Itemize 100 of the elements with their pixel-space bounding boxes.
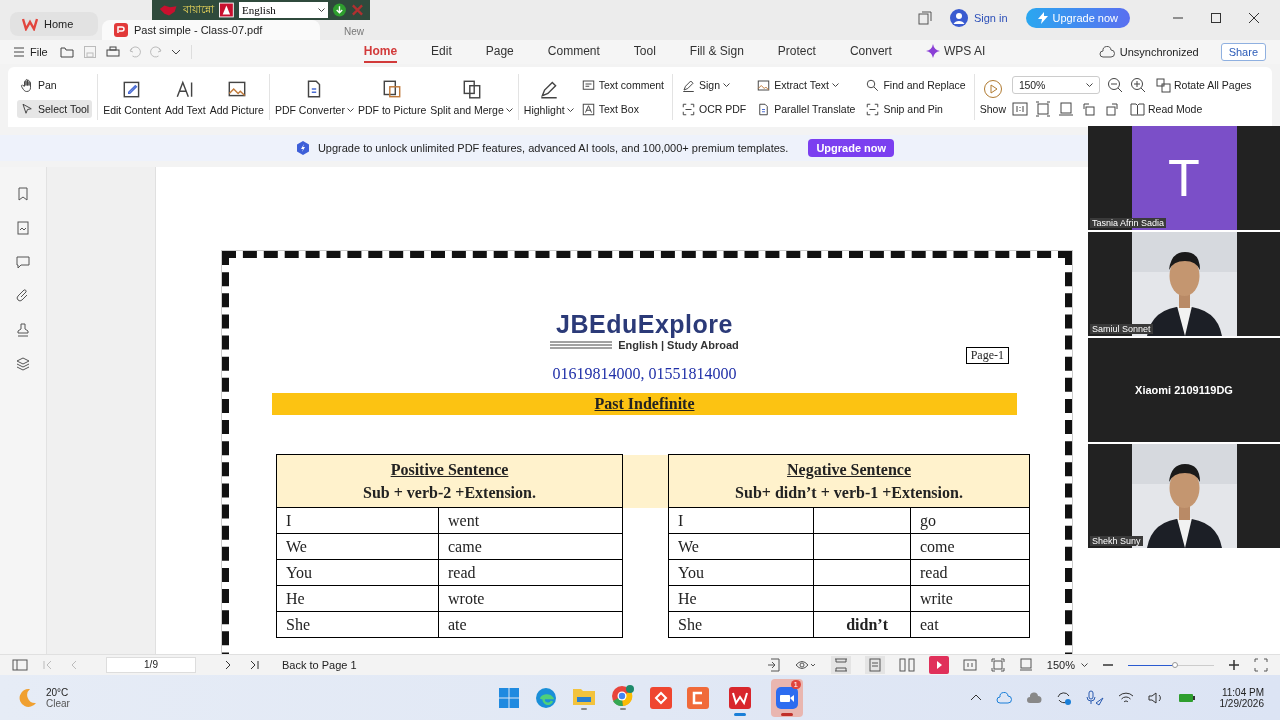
rotate-left-icon[interactable] xyxy=(1080,101,1097,117)
single-page-icon[interactable] xyxy=(864,656,885,674)
cloud-icon[interactable] xyxy=(1025,691,1042,704)
window-tab[interactable]: Past simple - Class-07.pdf xyxy=(102,20,320,40)
menu-tab[interactable]: Page xyxy=(485,41,514,63)
play-button-icon[interactable] xyxy=(928,656,949,674)
zoom-in-icon[interactable] xyxy=(1129,77,1146,93)
banner-text: Upgrade to unlock unlimited PDF features, advanced AI tools, and 100,000+ premium templates. xyxy=(317,142,789,154)
table-cell: She xyxy=(276,611,439,638)
ribbon-button[interactable]: Extract Text xyxy=(753,76,859,94)
comment-icon[interactable] xyxy=(16,255,30,269)
zoom-out-icon[interactable] xyxy=(1106,77,1123,93)
new-tab-button[interactable]: New xyxy=(344,26,364,37)
back-to-page-link[interactable]: Back to Page 1 xyxy=(282,659,357,671)
note-icon xyxy=(580,77,596,93)
ribbon-button[interactable]: Pan xyxy=(17,76,93,94)
menu-tab[interactable]: Protect xyxy=(777,41,816,63)
bookmark-icon[interactable] xyxy=(16,187,30,201)
ribbon-button[interactable]: Select Tool xyxy=(17,100,93,118)
ribbon-button[interactable]: Snip and Pin xyxy=(862,100,969,118)
two-page-icon[interactable] xyxy=(898,658,915,672)
upgrade-button[interactable]: Upgrade now xyxy=(808,139,895,157)
close-icon[interactable] xyxy=(1248,12,1260,24)
book-view-icon[interactable] xyxy=(962,658,977,672)
rotate-all-pages-button[interactable]: Rotate All Pages xyxy=(1152,76,1255,94)
actual-size-icon[interactable] xyxy=(1011,101,1028,117)
last-page-icon[interactable] xyxy=(248,659,260,671)
temperature: 20°C xyxy=(46,686,70,698)
language-dropdown[interactable]: English xyxy=(239,2,329,18)
battery-icon[interactable] xyxy=(1177,691,1196,704)
sign-in-button[interactable]: Sign in xyxy=(949,9,1008,27)
sidebar-toggle-icon[interactable] xyxy=(12,658,28,672)
cloud-icon[interactable] xyxy=(995,691,1012,704)
clock[interactable]: 11:04 PM 1/29/2026 xyxy=(1219,686,1264,709)
windows-icon[interactable] xyxy=(917,11,932,25)
show-button[interactable]: Show xyxy=(979,79,1006,115)
ribbon-button[interactable]: Add Text xyxy=(165,78,206,116)
browser-icon[interactable] xyxy=(535,686,557,709)
ribbon-button[interactable]: Text comment xyxy=(577,76,667,94)
window-tab[interactable]: Home xyxy=(10,12,98,36)
menu-tab[interactable]: WPS AI xyxy=(925,41,986,63)
fit-width-icon[interactable] xyxy=(1057,101,1074,117)
ribbon-button[interactable]: Split and Merge xyxy=(430,78,513,116)
chevron-down-icon[interactable] xyxy=(170,48,181,56)
read-mode-button[interactable]: Read Mode xyxy=(1126,100,1206,118)
share-button[interactable]: Share xyxy=(1220,43,1266,61)
lightning-badge-icon xyxy=(295,141,310,155)
maximize-icon[interactable] xyxy=(1210,12,1222,24)
chrome-icon[interactable] xyxy=(611,684,635,711)
menu-tab[interactable]: Edit xyxy=(431,41,452,63)
zoom-dropdown[interactable]: 150% xyxy=(1011,76,1100,94)
fullscreen-icon[interactable] xyxy=(1254,658,1268,672)
ribbon-button[interactable]: Find and Replace xyxy=(862,76,969,94)
ribbon-button[interactable]: PDF to Picture xyxy=(357,78,427,116)
fit-page-icon[interactable] xyxy=(1034,101,1051,117)
ribbon-button[interactable]: Sign xyxy=(678,76,750,94)
cursor-icon xyxy=(20,101,35,117)
menu-tab[interactable]: Convert xyxy=(849,41,892,63)
microphone-icon[interactable] xyxy=(1085,689,1104,706)
ribbon-button[interactable]: Edit Content xyxy=(103,78,161,116)
menu-tab[interactable]: Comment xyxy=(547,41,600,63)
stamp-icon[interactable] xyxy=(16,323,30,337)
participant-name: Samiul Sonnet xyxy=(1090,324,1153,334)
print-icon[interactable] xyxy=(105,45,120,59)
zoom-dropdown[interactable]: 150% xyxy=(1046,659,1088,671)
attachment-icon[interactable] xyxy=(16,289,30,303)
folder-icon[interactable] xyxy=(59,45,74,59)
upgrade-button[interactable]: Upgrade now xyxy=(1025,8,1130,28)
ribbon-button[interactable]: Text Box xyxy=(577,100,667,118)
fit-page-icon[interactable] xyxy=(990,658,1005,672)
continuous-scroll-icon[interactable] xyxy=(830,656,851,674)
app-icon[interactable] xyxy=(687,686,709,709)
rotate-right-icon[interactable] xyxy=(1103,101,1120,117)
menu-tab[interactable]: Tool xyxy=(633,41,656,63)
sync-icon[interactable] xyxy=(1055,689,1072,706)
app-icon[interactable] xyxy=(650,686,672,709)
ribbon-button[interactable]: PDF Converter xyxy=(274,78,354,116)
ribbon-button[interactable]: OCR PDF xyxy=(678,100,750,118)
download-icon[interactable] xyxy=(333,3,347,17)
layers-icon[interactable] xyxy=(16,357,30,371)
wifi-icon[interactable] xyxy=(1117,690,1134,705)
caret-icon xyxy=(1085,82,1093,88)
thumbnail-icon[interactable] xyxy=(16,221,30,235)
ribbon-button[interactable]: Highlight xyxy=(523,78,574,116)
page-number-field[interactable]: 1/9 xyxy=(106,657,196,673)
ribbon-button[interactable]: Add Picture xyxy=(209,78,264,116)
fit-width-icon[interactable] xyxy=(1018,658,1033,672)
ribbon-button[interactable]: Parallel Translate xyxy=(753,100,859,118)
plus-icon[interactable] xyxy=(1228,659,1240,671)
speaker-icon[interactable] xyxy=(1147,690,1164,705)
table-cell: ate xyxy=(438,611,623,638)
export-icon[interactable] xyxy=(766,658,781,672)
menu-tab[interactable]: Home xyxy=(363,41,398,63)
file-menu[interactable]: File xyxy=(14,46,48,58)
table-cell: read xyxy=(910,559,1030,586)
menu-tab[interactable]: Fill & Sign xyxy=(689,41,744,63)
video-app-icon xyxy=(776,686,798,709)
start-icon[interactable] xyxy=(498,686,520,709)
eye-icon[interactable] xyxy=(794,659,817,671)
video-app-button[interactable]: 1 xyxy=(771,678,803,717)
